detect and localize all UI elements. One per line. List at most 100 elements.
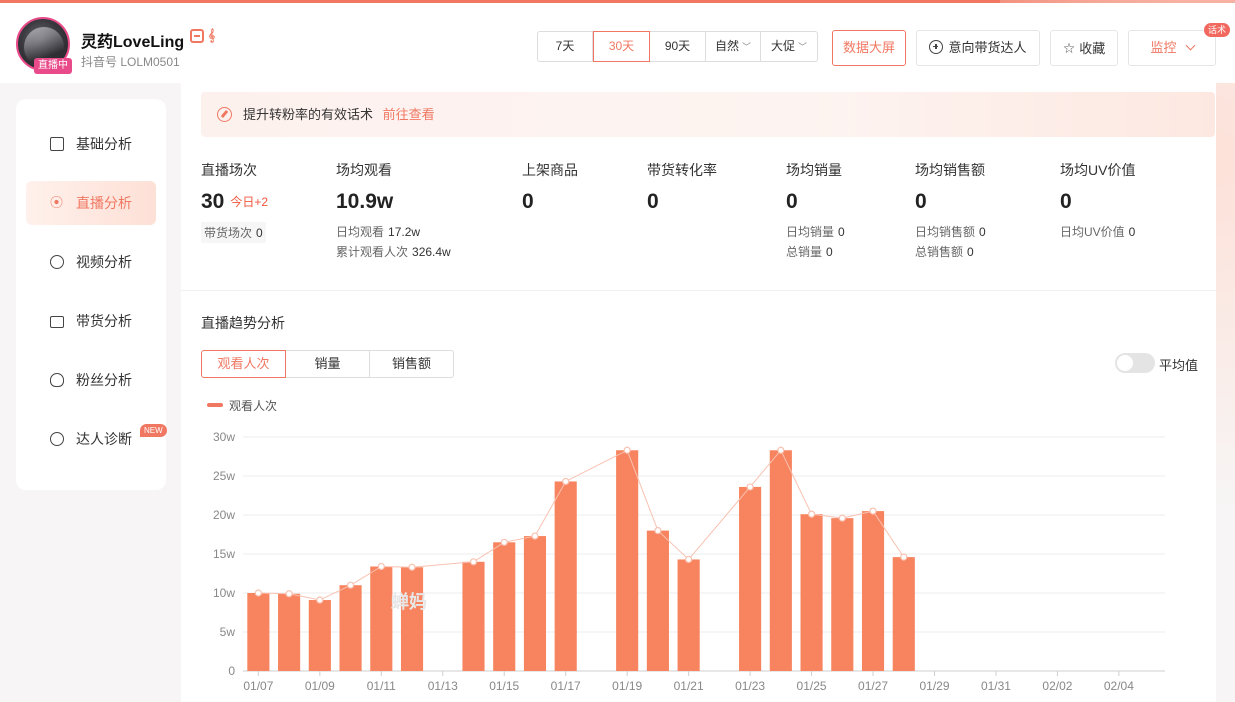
bar bbox=[400, 567, 424, 671]
data-point bbox=[623, 446, 631, 454]
x-tick-label: 01/11 bbox=[367, 679, 396, 693]
data-point bbox=[654, 526, 662, 535]
intent-talent-label: 意向带货达人 bbox=[948, 40, 1027, 55]
stat-value: 10.9w bbox=[336, 190, 394, 213]
data-point bbox=[254, 589, 262, 597]
data-point bbox=[838, 514, 846, 522]
tip-banner: 提升转粉率的有效话术 前往查看 bbox=[201, 92, 1215, 137]
stat-value: 0 bbox=[915, 190, 927, 213]
average-toggle-label: 平均值 bbox=[1159, 358, 1199, 373]
tv-icon bbox=[190, 28, 204, 43]
section-divider bbox=[181, 290, 1216, 291]
legend-swatch bbox=[207, 403, 223, 407]
period-7d[interactable]: 7天 bbox=[538, 32, 593, 61]
stat-sub-value: 0 bbox=[967, 245, 974, 259]
sidebar-item-fans[interactable]: 粉丝分析 bbox=[26, 358, 156, 402]
sidebar-item-goods[interactable]: 带货分析 bbox=[26, 299, 156, 343]
bar bbox=[769, 450, 792, 671]
stat-sub-label: 日均销售额 bbox=[915, 225, 976, 239]
bar bbox=[370, 566, 393, 671]
live-status-badge: 直播中 bbox=[34, 58, 72, 74]
metric-tabs: 观看人次 销量 销售额 bbox=[201, 350, 454, 378]
sidebar-item-basic[interactable]: 基础分析 bbox=[26, 122, 156, 166]
monitor-label: 监控 bbox=[1150, 40, 1177, 55]
y-tick-label: 15w bbox=[213, 547, 235, 561]
bar-chart-icon bbox=[50, 137, 64, 151]
monitor-tag-badge: 话术 bbox=[1204, 23, 1231, 37]
x-tick-label: 01/25 bbox=[797, 679, 827, 693]
big-screen-button[interactable]: 数据大屏 bbox=[832, 30, 906, 66]
average-toggle[interactable] bbox=[1115, 353, 1155, 373]
y-tick-label: 30w bbox=[213, 430, 235, 444]
stat-products: 上架商品 0 bbox=[522, 160, 578, 214]
x-tick-label: 01/09 bbox=[305, 679, 335, 693]
data-point bbox=[500, 538, 508, 546]
data-point bbox=[316, 596, 324, 604]
stat-avg-view: 场均观看 10.9w 日均观看 17.2w 累计观看人次 326.4w bbox=[336, 160, 451, 262]
intent-talent-button[interactable]: 意向带货达人 bbox=[916, 30, 1040, 66]
stat-sessions: 直播场次 30 今日+2 带货场次 0 bbox=[201, 160, 268, 243]
data-point bbox=[346, 581, 355, 589]
stat-sub-label: 总销售额 bbox=[915, 245, 964, 259]
promo-dropdown[interactable]: 大促 ﹀ bbox=[761, 32, 817, 61]
stat-sub-value: 0 bbox=[979, 225, 986, 239]
tab-sales[interactable]: 销量 bbox=[285, 350, 370, 378]
x-tick-label: 02/04 bbox=[1104, 679, 1134, 693]
period-30d[interactable]: 30天 bbox=[593, 31, 650, 62]
period-selector: 7天 30天 90天 自然 ﹀ 大促 ﹀ bbox=[537, 31, 818, 62]
data-point bbox=[469, 558, 478, 566]
x-tick-label: 01/13 bbox=[428, 679, 458, 693]
sidebar-item-live[interactable]: ⦿ 直播分析 bbox=[26, 181, 156, 225]
natural-dropdown[interactable]: 自然 ﹀ bbox=[706, 32, 761, 61]
stat-sub-label: 带货场次 bbox=[204, 226, 253, 240]
chart-legend[interactable]: 观看人次 bbox=[207, 397, 277, 414]
monitor-button[interactable]: 监控 bbox=[1128, 30, 1216, 66]
x-tick-label: 01/27 bbox=[858, 679, 888, 693]
period-90d[interactable]: 90天 bbox=[650, 32, 706, 61]
bar bbox=[831, 518, 854, 671]
bar bbox=[493, 542, 516, 671]
sidebar-item-video[interactable]: 视频分析 bbox=[26, 240, 156, 284]
stat-conversion: 带货转化率 0 bbox=[647, 160, 717, 214]
stat-label: 场均销售额 bbox=[915, 162, 985, 178]
sidebar-item-label: 带货分析 bbox=[76, 313, 132, 329]
tip-link[interactable]: 前往查看 bbox=[383, 107, 435, 122]
promo-dropdown-label: 大促 bbox=[770, 39, 795, 53]
data-point bbox=[377, 562, 385, 571]
stat-avg-revenue: 场均销售额 0 日均销售额 0 总销售额 0 bbox=[915, 160, 986, 262]
bar bbox=[677, 559, 700, 671]
stat-sub-label: 日均UV价值 bbox=[1060, 225, 1125, 239]
tab-views[interactable]: 观看人次 bbox=[201, 350, 286, 378]
stat-label: 直播场次 bbox=[201, 162, 257, 178]
sidebar-item-label: 达人诊断 bbox=[76, 431, 132, 447]
x-tick-label: 01/21 bbox=[674, 679, 704, 693]
bag-icon bbox=[50, 316, 64, 328]
sidebar-item-diagnose[interactable]: 达人诊断 NEW bbox=[26, 417, 167, 461]
tab-revenue[interactable]: 销售额 bbox=[369, 350, 454, 378]
bar bbox=[861, 511, 885, 671]
y-tick-label: 0 bbox=[228, 664, 235, 678]
stat-sub-value: 326.4w bbox=[412, 245, 451, 259]
x-tick-label: 01/29 bbox=[919, 679, 949, 693]
plus-circle-icon bbox=[929, 40, 944, 54]
sidebar-item-label: 视频分析 bbox=[76, 254, 132, 270]
x-tick-label: 01/31 bbox=[981, 679, 1011, 693]
sidebar-item-label: 基础分析 bbox=[76, 136, 132, 152]
x-tick-label: 01/19 bbox=[612, 679, 642, 693]
stat-sub-value: 0 bbox=[838, 225, 845, 239]
bar bbox=[554, 481, 577, 671]
stat-sub-value: 17.2w bbox=[388, 225, 421, 239]
bar bbox=[739, 486, 762, 671]
stat-sub-label: 累计观看人次 bbox=[336, 245, 409, 259]
favorite-label: 收藏 bbox=[1079, 41, 1106, 56]
favorite-button[interactable]: ☆ 收藏 bbox=[1050, 30, 1118, 66]
data-point bbox=[685, 555, 693, 564]
fans-icon bbox=[50, 373, 64, 387]
legend-label: 观看人次 bbox=[229, 399, 278, 413]
x-tick-label: 01/23 bbox=[735, 679, 765, 693]
stat-label: 带货转化率 bbox=[647, 162, 717, 178]
platform-icons: 𝄞 bbox=[190, 28, 215, 43]
account-id: 抖音号 LOLM0501 bbox=[81, 55, 180, 69]
watermark: 蝉妈 bbox=[391, 592, 427, 612]
stat-sub-label: 总销量 bbox=[786, 245, 823, 259]
